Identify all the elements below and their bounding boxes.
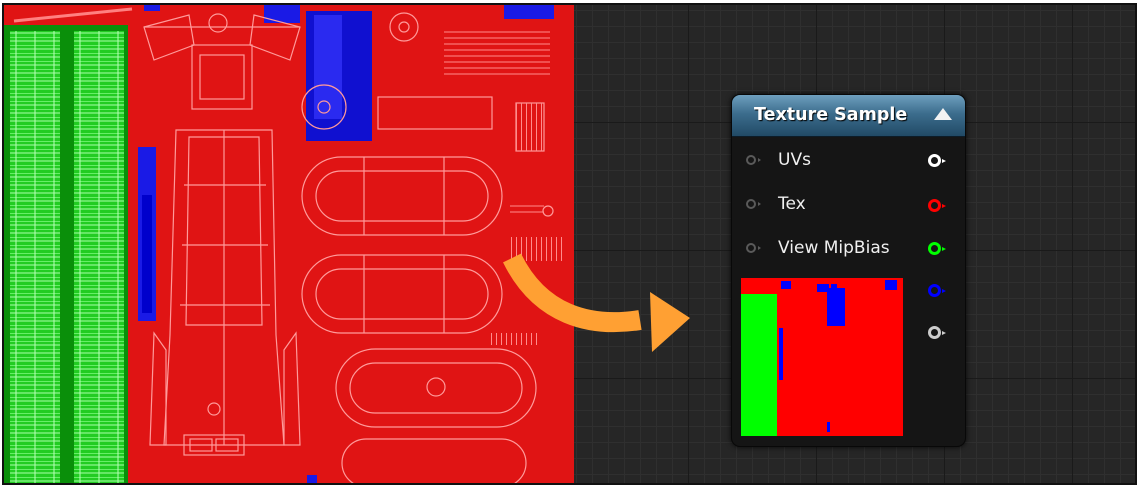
b-output-pin[interactable] bbox=[928, 284, 946, 297]
collapse-icon[interactable] bbox=[934, 108, 952, 120]
r-output-pin[interactable] bbox=[928, 199, 946, 212]
a-output-pin[interactable] bbox=[928, 326, 946, 339]
uv-texture-map bbox=[4, 5, 574, 483]
node-header[interactable]: Texture Sample bbox=[732, 95, 965, 137]
node-title: Texture Sample bbox=[754, 105, 908, 125]
tex-input-label: Tex bbox=[778, 194, 806, 214]
texture-sample-node[interactable]: Texture Sample UVs Tex View MipBias bbox=[731, 94, 966, 447]
view-mipbias-input-label: View MipBias bbox=[778, 238, 890, 258]
texture-preview-thumbnail bbox=[741, 278, 903, 436]
screenshot-frame bbox=[2, 3, 1137, 485]
view-mipbias-input-pin[interactable] bbox=[746, 243, 761, 253]
g-output-pin[interactable] bbox=[928, 242, 946, 255]
uvs-input-label: UVs bbox=[778, 150, 811, 170]
uvs-input-pin[interactable] bbox=[746, 155, 761, 165]
rgb-output-pin[interactable] bbox=[928, 154, 946, 167]
tex-input-pin[interactable] bbox=[746, 199, 761, 209]
